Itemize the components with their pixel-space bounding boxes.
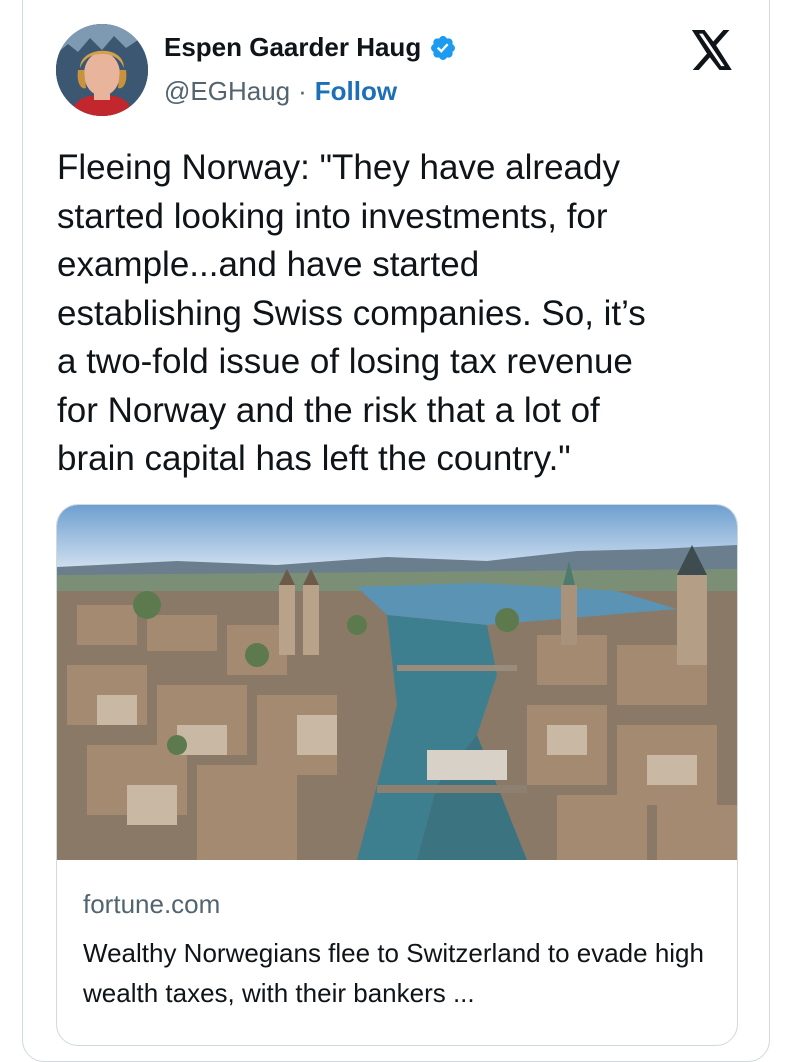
author-name-row: Espen Gaarder Haug [164, 32, 457, 63]
verified-badge-icon [429, 34, 457, 62]
tweet-text: Fleeing Norway: "They have already start… [57, 148, 646, 478]
author-name[interactable]: Espen Gaarder Haug [164, 32, 421, 63]
link-preview-card[interactable]: fortune.com Wealthy Norwegians flee to S… [56, 504, 738, 1046]
handle-row: @EGHaug · Follow [164, 76, 397, 107]
x-logo-icon[interactable] [690, 30, 734, 70]
avatar[interactable] [56, 24, 148, 116]
article-image [57, 505, 737, 860]
separator-dot: · [298, 76, 307, 106]
link-headline: Wealthy Norwegians flee to Switzerland t… [83, 938, 704, 1008]
follow-button[interactable]: Follow [315, 76, 397, 107]
author-handle[interactable]: @EGHaug [164, 76, 290, 107]
link-domain: fortune.com [83, 889, 221, 919]
